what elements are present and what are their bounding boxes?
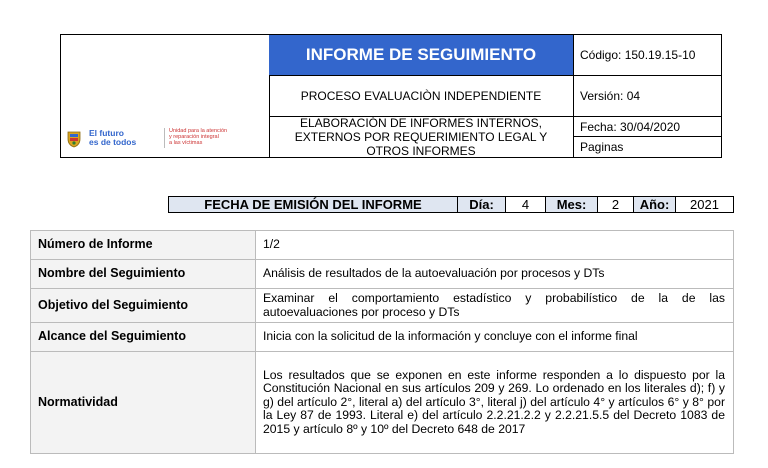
logo-cell: El futuro es de todos Unidad para la ate… <box>61 35 270 157</box>
header-middle: INFORME DE SEGUIMIENTO PROCESO EVALUACIÒ… <box>269 35 573 158</box>
logo-slogan: El futuro es de todos <box>89 128 137 147</box>
logo-divider <box>164 128 165 148</box>
year-value: 2021 <box>675 197 733 212</box>
report-details-table: Número de Informe 1/2 Nombre del Seguimi… <box>30 230 734 454</box>
row-key: Normatividad <box>30 351 256 454</box>
document-code: Código: 150.19.15-10 <box>580 48 696 62</box>
logo-unit-name: Unidad para la atención y reparación int… <box>169 128 228 146</box>
row-key: Alcance del Seguimiento <box>30 322 256 352</box>
emission-date-strip: FECHA DE EMISIÓN DEL INFORME Día: 4 Mes:… <box>168 196 734 213</box>
document-pages: Paginas <box>574 136 722 157</box>
year-label: Año: <box>633 197 675 212</box>
row-key: Nombre del Seguimiento <box>30 259 256 289</box>
institution-logo: El futuro es de todos Unidad para la ate… <box>65 128 263 152</box>
table-row: Número de Informe 1/2 <box>30 230 734 260</box>
row-value: Los resultados que se exponen en este in… <box>255 351 734 454</box>
table-row: Normatividad Los resultados que se expon… <box>30 351 734 454</box>
day-value: 4 <box>505 197 545 212</box>
process-name: PROCESO EVALUACIÒN INDEPENDIENTE <box>269 75 573 116</box>
coat-of-arms-icon <box>67 131 81 148</box>
day-label: Día: <box>457 197 505 212</box>
month-value: 2 <box>597 197 633 212</box>
row-value: Inicia con la solicitud de la informació… <box>255 322 734 352</box>
document-header: El futuro es de todos Unidad para la ate… <box>60 34 722 158</box>
row-value: Examinar el comportamiento estadístico y… <box>255 288 734 323</box>
row-value: 1/2 <box>255 230 734 260</box>
row-key: Objetivo del Seguimiento <box>30 288 256 323</box>
emission-date-label: FECHA DE EMISIÓN DEL INFORME <box>169 197 457 212</box>
document-title: INFORME DE SEGUIMIENTO <box>269 35 573 75</box>
header-metadata: Código: 150.19.15-10 Versión: 04 Fecha: … <box>573 35 722 157</box>
document-date: Fecha: 30/04/2020 <box>574 116 722 136</box>
table-row: Objetivo del Seguimiento Examinar el com… <box>30 288 734 323</box>
document-version: Versión: 04 <box>574 75 722 116</box>
month-label: Mes: <box>545 197 597 212</box>
row-value: Análisis de resultados de la autoevaluac… <box>255 259 734 289</box>
row-key: Número de Informe <box>30 230 256 260</box>
table-row: Nombre del Seguimiento Análisis de resul… <box>30 259 734 289</box>
table-row: Alcance del Seguimiento Inicia con la so… <box>30 322 734 352</box>
procedure-name: ELABORACIÓN DE INFORMES INTERNOS, EXTERN… <box>269 116 573 158</box>
